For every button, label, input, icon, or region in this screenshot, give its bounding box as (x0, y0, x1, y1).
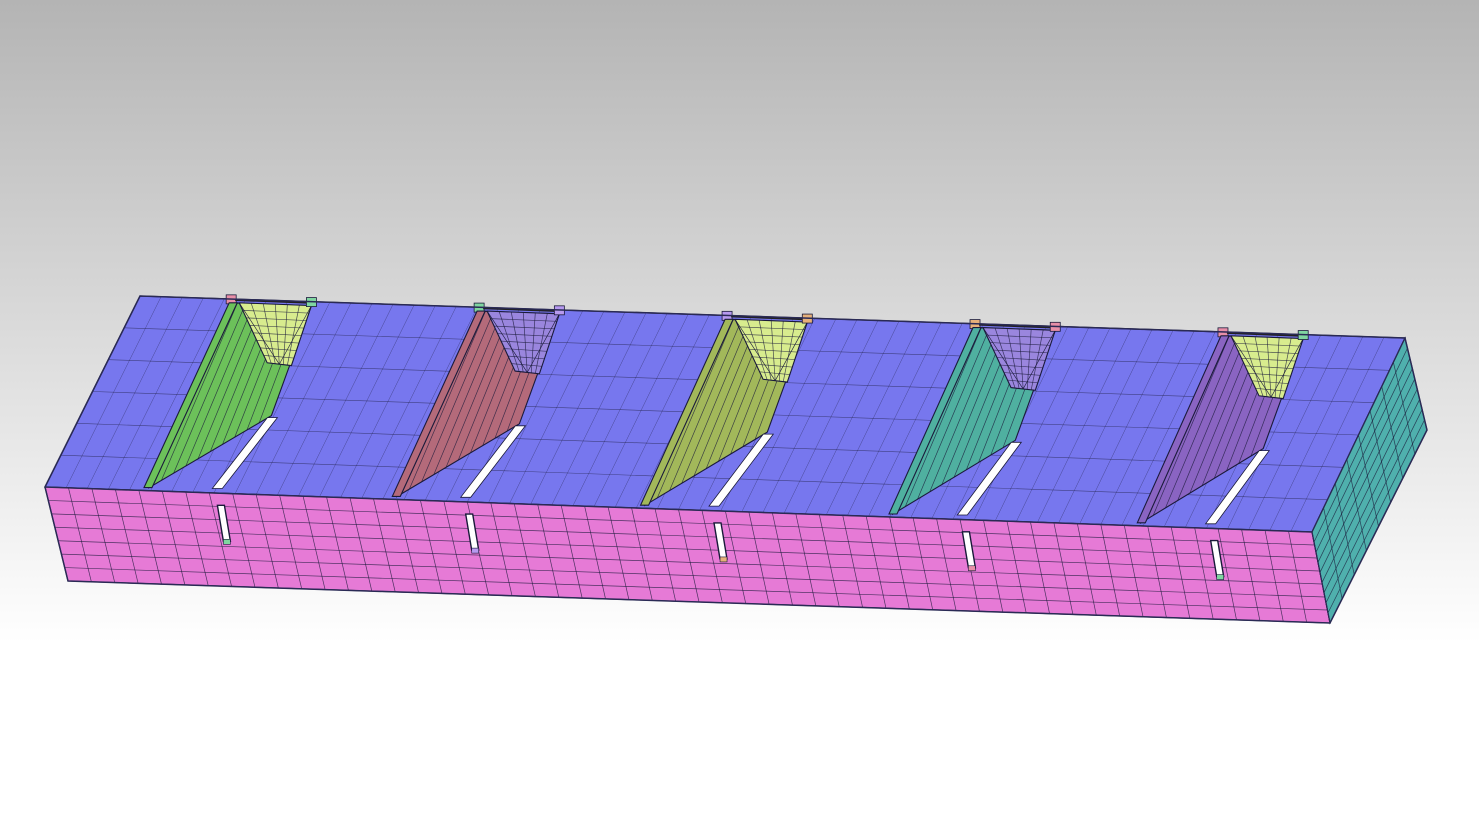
mesh-model-canvas[interactable] (0, 0, 1479, 824)
front-slot-marker (223, 538, 231, 545)
front-slot-marker (719, 556, 728, 563)
front-slot-marker (1216, 574, 1225, 580)
3d-viewport[interactable] (0, 0, 1479, 824)
front-slot-marker (968, 565, 976, 572)
segmented-box-model[interactable] (43, 294, 1428, 625)
front-slot-marker (471, 547, 480, 554)
